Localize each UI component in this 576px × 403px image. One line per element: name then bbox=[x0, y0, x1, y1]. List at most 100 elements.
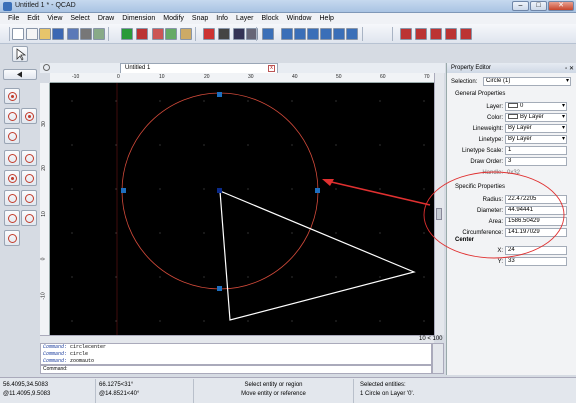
pointer-icon bbox=[16, 48, 27, 61]
selection-dropdown[interactable]: Circle (1) bbox=[483, 77, 571, 86]
bottom-grip[interactable] bbox=[217, 286, 222, 291]
left-grip[interactable] bbox=[121, 188, 126, 193]
ruler-label: 30 bbox=[40, 121, 47, 127]
center-grip[interactable] bbox=[217, 188, 222, 193]
circle-center-radius-button[interactable] bbox=[21, 108, 37, 124]
menu-dimension[interactable]: Dimension bbox=[118, 13, 159, 24]
polar-coordinates: 66.1275<31° @14.8521<40° bbox=[96, 379, 194, 403]
toolbar-separator bbox=[392, 27, 393, 41]
linetype-scale-field[interactable]: 1 bbox=[505, 146, 567, 155]
triangle[interactable] bbox=[219, 190, 416, 321]
menu-view[interactable]: View bbox=[43, 13, 66, 24]
zoom-out-icon[interactable] bbox=[281, 28, 293, 40]
circle-polygon-button[interactable] bbox=[4, 210, 20, 226]
right-grip[interactable] bbox=[315, 188, 320, 193]
back-button[interactable] bbox=[3, 69, 37, 80]
history-line: Command: circle bbox=[43, 351, 89, 357]
circle-tangent-point-button[interactable] bbox=[21, 190, 37, 206]
ruler-label: 50 bbox=[336, 74, 342, 80]
circle-center-point-button[interactable] bbox=[4, 88, 20, 104]
select-arrow-icon[interactable] bbox=[12, 28, 24, 40]
minimize-button[interactable]: – bbox=[512, 1, 529, 11]
pen-icon[interactable] bbox=[203, 28, 215, 40]
circle-tangent-3-button[interactable] bbox=[4, 190, 20, 206]
undo-icon[interactable] bbox=[121, 28, 133, 40]
ruler-label: 0 bbox=[40, 257, 47, 261]
color-field[interactable]: By Layer bbox=[505, 113, 567, 122]
circle-tangent-button[interactable] bbox=[4, 150, 20, 166]
ruler-label: 60 bbox=[380, 74, 386, 80]
grid-dot bbox=[71, 188, 73, 190]
circle-tangent-point-icon bbox=[25, 194, 34, 203]
color-icon[interactable] bbox=[218, 28, 230, 40]
command-input[interactable]: Command: bbox=[40, 365, 432, 374]
circle-3-point-button[interactable] bbox=[4, 128, 20, 144]
tab-close-icon[interactable]: x bbox=[268, 65, 275, 72]
horizontal-scrollbar[interactable] bbox=[40, 335, 434, 343]
new-document-icon[interactable] bbox=[26, 28, 38, 40]
circle-offset-button[interactable] bbox=[21, 170, 37, 186]
menu-layer[interactable]: Layer bbox=[232, 13, 258, 24]
zoom-pan-icon[interactable] bbox=[320, 28, 332, 40]
pointer-tool-button[interactable] bbox=[12, 46, 28, 62]
grid-dot bbox=[159, 232, 161, 234]
snap-center-icon[interactable] bbox=[445, 28, 457, 40]
zoom-previous-icon[interactable] bbox=[333, 28, 345, 40]
paste-icon[interactable] bbox=[180, 28, 192, 40]
snap-reference-icon[interactable] bbox=[460, 28, 472, 40]
save-icon[interactable] bbox=[52, 28, 64, 40]
snap-intersection-icon[interactable] bbox=[430, 28, 442, 40]
layer-field[interactable]: 0 bbox=[505, 102, 567, 111]
copy-icon[interactable] bbox=[165, 28, 177, 40]
circle-icon[interactable] bbox=[233, 28, 245, 40]
zoom-window-icon[interactable] bbox=[307, 28, 319, 40]
dock-buttons[interactable]: ▫ ✕ bbox=[565, 64, 574, 74]
print-preview-icon[interactable] bbox=[93, 28, 105, 40]
drawing-canvas[interactable] bbox=[50, 83, 434, 335]
circle-2-point-button[interactable] bbox=[4, 108, 20, 124]
tab-untitled-1[interactable]: Untitled 1 x bbox=[120, 63, 278, 73]
zoom-auto-icon[interactable] bbox=[294, 28, 306, 40]
save-as-icon[interactable] bbox=[67, 28, 79, 40]
menu-snap[interactable]: Snap bbox=[188, 13, 212, 24]
menu-modify[interactable]: Modify bbox=[159, 13, 188, 24]
menu-block[interactable]: Block bbox=[257, 13, 282, 24]
zoom-in-icon[interactable] bbox=[262, 28, 274, 40]
circle-tangent-circles-button[interactable] bbox=[4, 230, 20, 246]
top-grip[interactable] bbox=[217, 92, 222, 97]
print-icon[interactable] bbox=[80, 28, 92, 40]
circle-concentric-button[interactable] bbox=[4, 170, 20, 186]
pin-icon[interactable] bbox=[43, 64, 50, 71]
linetype-scale-row: Linetype Scale: 1 bbox=[447, 146, 576, 156]
circle-inscribed-icon bbox=[25, 214, 34, 223]
command-history-scrollbar[interactable] bbox=[432, 343, 444, 374]
menu-file[interactable]: File bbox=[4, 13, 23, 24]
menu-draw[interactable]: Draw bbox=[94, 13, 118, 24]
color-swatch-icon bbox=[508, 103, 518, 108]
open-icon[interactable] bbox=[39, 28, 51, 40]
redo-icon[interactable] bbox=[136, 28, 148, 40]
maximize-button[interactable]: □ bbox=[530, 1, 547, 11]
menu-select[interactable]: Select bbox=[66, 13, 93, 24]
menu-info[interactable]: Info bbox=[212, 13, 232, 24]
cut-icon[interactable] bbox=[152, 28, 164, 40]
draw-order-label: Draw Order: bbox=[470, 159, 503, 165]
history-line: Command: circlecenter bbox=[43, 344, 107, 350]
snap-grid-icon[interactable] bbox=[400, 28, 412, 40]
draw-order-field[interactable]: 3 bbox=[505, 157, 567, 166]
circle-tangent-2-button[interactable] bbox=[21, 150, 37, 166]
circle-tangent-2-icon bbox=[25, 154, 34, 163]
circle-inscribed-button[interactable] bbox=[21, 210, 37, 226]
lineweight-field[interactable]: By Layer bbox=[505, 124, 567, 133]
linetype-field[interactable]: By Layer bbox=[505, 135, 567, 144]
command-history: Command: circlecenter Command: circle Co… bbox=[40, 343, 432, 365]
close-button[interactable]: ✕ bbox=[548, 1, 574, 11]
snap-endpoint-icon[interactable] bbox=[415, 28, 427, 40]
history-line: Command: zoomauto bbox=[43, 358, 95, 364]
linetype-value: By Layer bbox=[508, 136, 532, 142]
menu-window[interactable]: Window bbox=[283, 13, 316, 24]
color-swatch-icon bbox=[508, 114, 518, 119]
menu-edit[interactable]: Edit bbox=[23, 13, 43, 24]
zoom-selection-icon[interactable] bbox=[346, 28, 358, 40]
menu-help[interactable]: Help bbox=[316, 13, 338, 24]
